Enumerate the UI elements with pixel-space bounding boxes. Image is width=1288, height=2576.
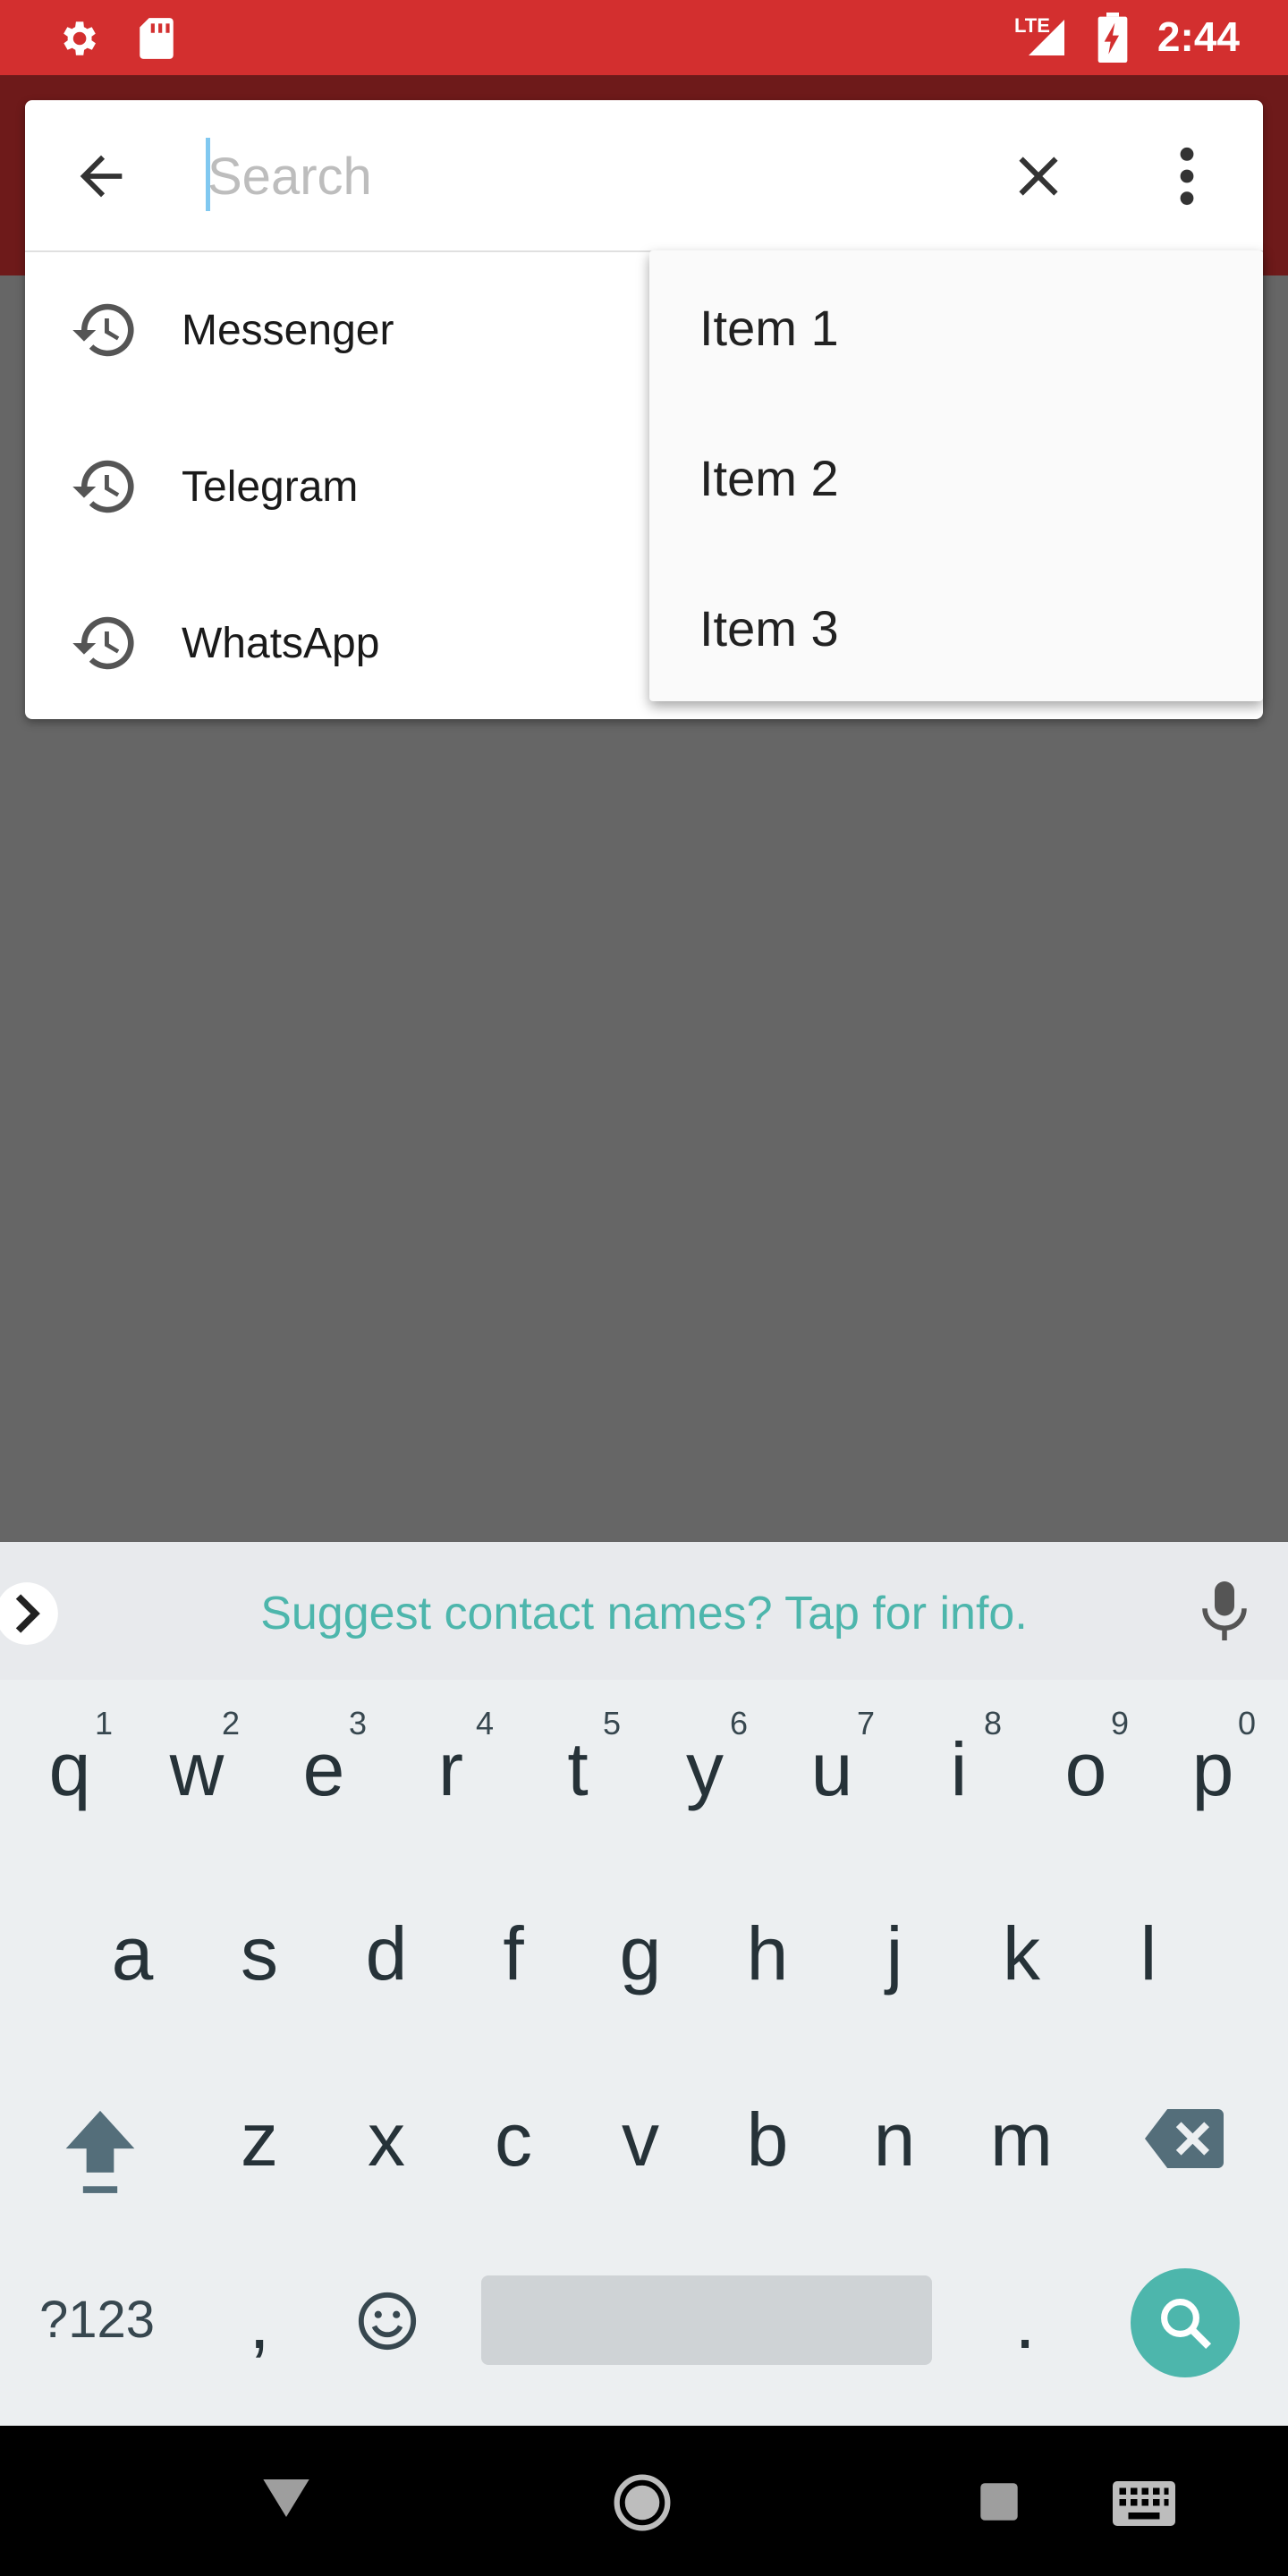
key-u[interactable]: u7 — [778, 1682, 886, 1843]
history-icon — [72, 303, 134, 357]
key-f[interactable]: f — [460, 1866, 567, 2027]
key-r[interactable]: r4 — [397, 1682, 504, 1843]
close-icon[interactable] — [1005, 143, 1072, 209]
menu-item-label: Item 3 — [699, 600, 839, 657]
suggestion-item[interactable]: Messenger — [25, 252, 669, 409]
key-h[interactable]: h — [714, 1866, 821, 2027]
key-e[interactable]: e3 — [270, 1682, 377, 1843]
key-c[interactable]: c — [460, 2052, 567, 2213]
key-q[interactable]: q1 — [16, 1682, 123, 1843]
key-g[interactable]: g — [587, 1866, 694, 2027]
home-icon[interactable] — [612, 2472, 673, 2533]
key-a[interactable]: a — [79, 1866, 186, 2027]
keyboard-suggestion-strip: Suggest contact names? Tap for info. — [0, 1542, 1288, 1680]
suggestion-item[interactable]: Telegram — [25, 409, 669, 565]
menu-item-3[interactable]: Item 3 — [649, 551, 1263, 701]
overflow-menu: Item 1 Item 2 Item 3 — [649, 250, 1263, 701]
emoji-icon[interactable] — [356, 2290, 419, 2352]
navigation-bar — [0, 2426, 1288, 2576]
status-time: 2:44 — [1157, 13, 1240, 60]
recents-icon[interactable] — [979, 2481, 1020, 2522]
key-d[interactable]: d — [333, 1866, 440, 2027]
key-comma[interactable]: , — [206, 2234, 313, 2395]
key-k[interactable]: k — [968, 1866, 1075, 2027]
search-input[interactable] — [208, 136, 959, 216]
history-icon — [72, 616, 134, 670]
shift-icon[interactable] — [59, 2104, 141, 2197]
backspace-icon[interactable] — [1145, 2109, 1224, 2168]
key-i[interactable]: i8 — [905, 1682, 1013, 1843]
suggestion-item[interactable]: WhatsApp — [25, 565, 669, 722]
settings-gear-icon — [64, 21, 96, 55]
suggestion-label: Telegram — [182, 463, 359, 511]
menu-item-1[interactable]: Item 1 — [649, 250, 1263, 401]
search-icon — [1161, 2299, 1212, 2350]
keyboard-suggestion-text[interactable]: Suggest contact names? Tap for info. — [0, 1587, 1288, 1640]
history-icon — [72, 460, 134, 513]
arrow-back-icon[interactable] — [70, 145, 132, 208]
menu-item-label: Item 2 — [699, 450, 839, 506]
suggestion-label: WhatsApp — [182, 620, 380, 667]
key-o[interactable]: o9 — [1032, 1682, 1140, 1843]
key-l[interactable]: l — [1095, 1866, 1202, 2027]
key-x[interactable]: x — [333, 2052, 440, 2213]
key-m[interactable]: m — [968, 2052, 1075, 2213]
menu-item-label: Item 1 — [699, 300, 839, 356]
symbols-key[interactable]: ?123 — [39, 2290, 155, 2350]
key-n[interactable]: n — [841, 2052, 948, 2213]
key-s[interactable]: s — [206, 1866, 313, 2027]
status-bar: LTE 2:44 — [0, 0, 1288, 75]
key-v[interactable]: v — [587, 2052, 694, 2213]
key-y[interactable]: y6 — [651, 1682, 758, 1843]
key-p[interactable]: p0 — [1159, 1682, 1267, 1843]
key-z[interactable]: z — [206, 2052, 313, 2213]
suggestion-label: Messenger — [182, 307, 394, 354]
key-w[interactable]: w2 — [143, 1682, 250, 1843]
sd-card-icon — [140, 18, 174, 59]
battery-charging-icon — [1097, 13, 1128, 63]
more-vert-icon[interactable] — [1174, 143, 1200, 209]
nav-back-down-icon[interactable] — [261, 2476, 311, 2521]
menu-item-2[interactable]: Item 2 — [649, 401, 1263, 551]
keyboard-switch-icon[interactable] — [1113, 2481, 1175, 2526]
key-t[interactable]: t5 — [524, 1682, 631, 1843]
microphone-icon[interactable] — [1195, 1578, 1254, 1644]
keyboard-search-button[interactable] — [1131, 2268, 1240, 2377]
key-period[interactable]: . — [971, 2234, 1079, 2395]
key-b[interactable]: b — [714, 2052, 821, 2213]
lte-signal-icon — [1029, 20, 1064, 55]
space-key[interactable] — [481, 2275, 932, 2365]
key-j[interactable]: j — [841, 1866, 948, 2027]
